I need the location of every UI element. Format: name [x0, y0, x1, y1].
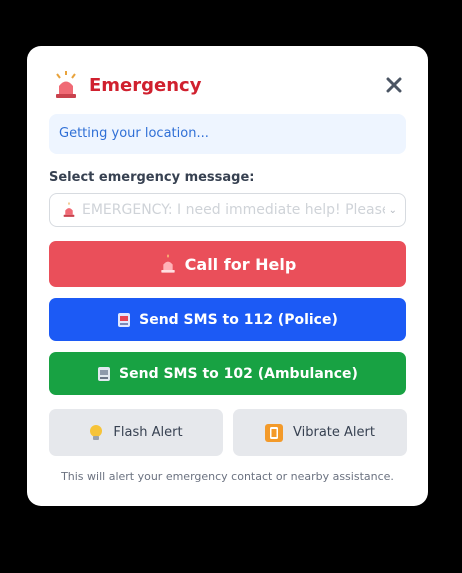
vibration-icon [265, 423, 284, 442]
lightbulb-icon [89, 424, 103, 442]
location-status: Getting your location... [49, 114, 406, 154]
footer-note: This will alert your emergency contact o… [61, 470, 394, 483]
siren-icon [62, 202, 76, 218]
message-select-label: Select emergency message: [49, 170, 255, 185]
vibrate-alert-button[interactable]: Vibrate Alert [233, 409, 407, 456]
siren-icon [53, 70, 79, 100]
vibrate-alert-label: Vibrate Alert [293, 425, 375, 440]
close-button[interactable] [382, 73, 406, 97]
emergency-modal: Emergency Getting your location... Selec… [27, 46, 428, 506]
call-for-help-button[interactable]: Call for Help [49, 241, 406, 287]
close-icon [386, 77, 402, 93]
siren-icon [159, 254, 177, 274]
sms-police-label: Send SMS to 112 (Police) [139, 311, 338, 328]
flash-alert-label: Flash Alert [113, 425, 183, 440]
modal-header: Emergency [49, 68, 406, 102]
call-for-help-label: Call for Help [184, 254, 297, 274]
phone-message-icon [117, 312, 131, 328]
message-select[interactable]: EMERGENCY: I need immediate help! Please… [49, 193, 406, 227]
message-select-value: EMERGENCY: I need immediate help! Please [82, 202, 385, 218]
sms-ambulance-label: Send SMS to 102 (Ambulance) [119, 365, 358, 382]
modal-title: Emergency [89, 74, 202, 96]
sms-police-button[interactable]: Send SMS to 112 (Police) [49, 298, 406, 341]
chevron-down-icon: ⌄ [388, 204, 397, 216]
flash-alert-button[interactable]: Flash Alert [49, 409, 223, 456]
phone-message-icon [97, 366, 111, 382]
sms-ambulance-button[interactable]: Send SMS to 102 (Ambulance) [49, 352, 406, 395]
